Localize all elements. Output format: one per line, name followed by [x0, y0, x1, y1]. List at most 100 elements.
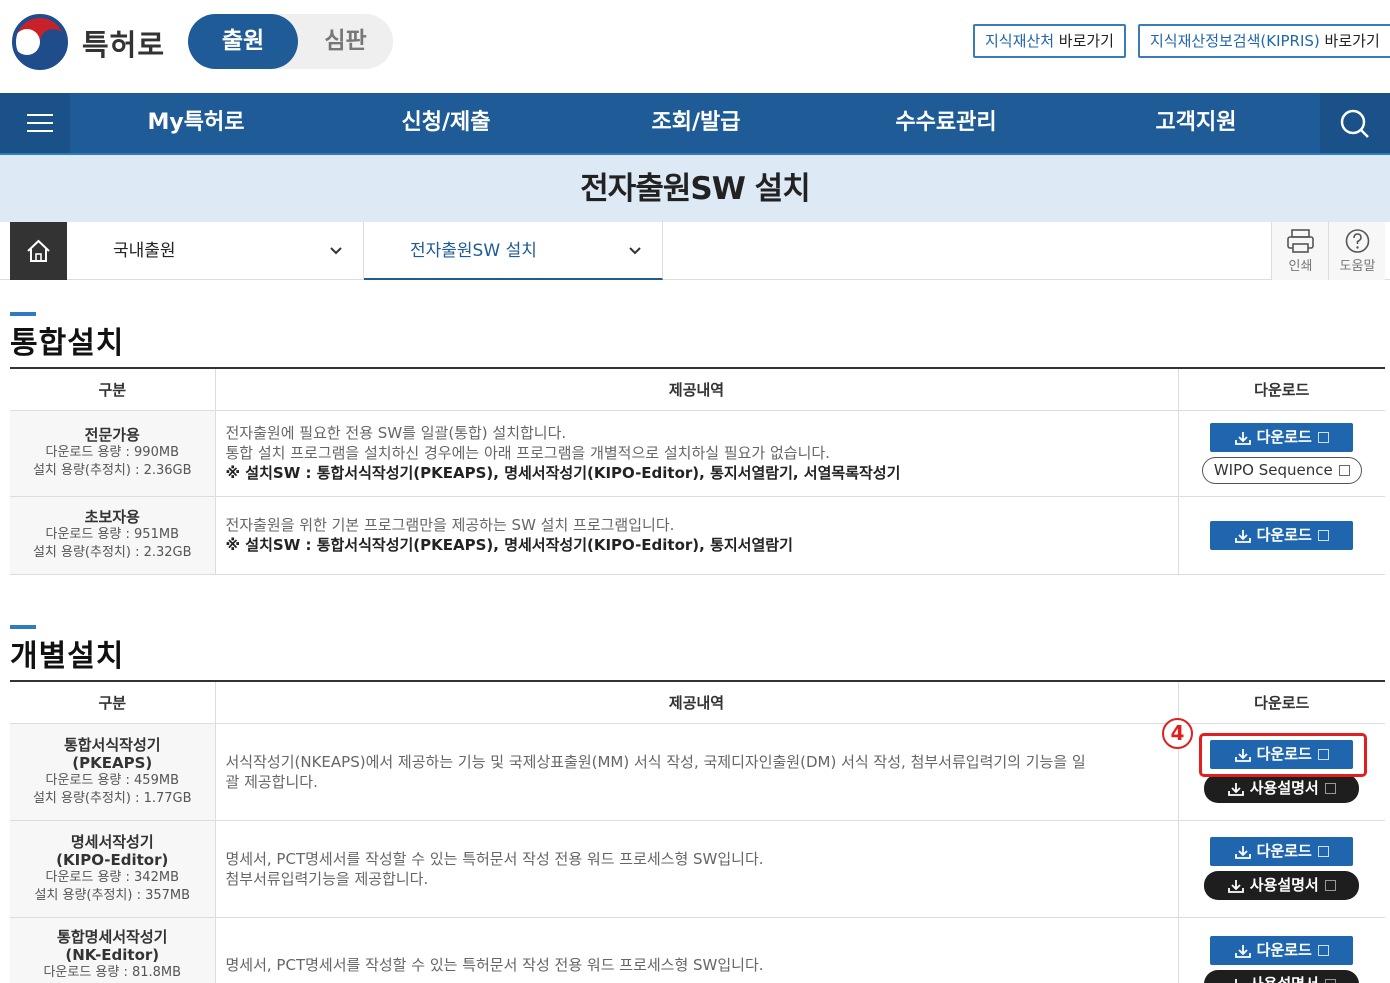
col-download: 다운로드	[1178, 681, 1385, 724]
nav-application-submit[interactable]: 신청/제출	[346, 93, 546, 153]
wipo-sequence-button[interactable]: WIPO Sequence	[1201, 456, 1362, 484]
external-link-icon	[1317, 846, 1329, 857]
tab-trial[interactable]: 심판	[298, 14, 393, 69]
row-install-size: 설치 용량(추정치) : 357MB	[34, 887, 191, 903]
external-link-icon	[1317, 529, 1329, 541]
desc-line: 명세서, PCT명세서를 작성할 수 있는 특허문서 작성 전용 워드 프로세스…	[225, 955, 764, 974]
tab-application[interactable]: 출원	[188, 14, 298, 69]
row-subname: (NK-Editor)	[65, 945, 160, 964]
download-label: 다운로드	[1256, 842, 1312, 860]
desc-line: 전자출원을 위한 기본 프로그램만을 제공하는 SW 설치 프로그램입니다.	[225, 516, 675, 534]
row-category: 명세서작성기 (KIPO-Editor) 다운로드 용량 : 342MB 설치 …	[10, 820, 216, 918]
manual-button[interactable]: 사용설명서	[1204, 774, 1360, 803]
table-row: 전문가용 다운로드 용량 : 990MB 설치 용량(추정치) : 2.36GB…	[10, 410, 1385, 497]
download-icon	[1234, 944, 1251, 958]
row-category: 전문가용 다운로드 용량 : 990MB 설치 용량(추정치) : 2.36GB	[10, 410, 216, 497]
row-install-size: 설치 용량(추정치) : 2.32GB	[32, 545, 192, 560]
highlight-box	[1199, 733, 1367, 777]
col-download: 다운로드	[1178, 368, 1385, 411]
chevron-down-icon	[330, 247, 342, 255]
manual-button[interactable]: 사용설명서	[1204, 871, 1360, 900]
integrated-install-table: 구분 제공내역 다운로드 전문가용 다운로드 용량 : 990MB 설치 용량(…	[10, 367, 1385, 575]
section-marker	[10, 312, 36, 316]
desc-line: 서식작성기(NKEAPS)에서 제공하는 기능 및 국제상표출원(MM) 서식 …	[225, 752, 1086, 771]
brand-title[interactable]: 특허로	[82, 22, 165, 64]
row-download-size: 다운로드 용량 : 81.8MB	[43, 964, 182, 980]
link-kipris-suffix: 바로가기	[1319, 32, 1380, 50]
row-download-cell: 다운로드	[1178, 496, 1385, 575]
external-link-icon	[1317, 431, 1329, 443]
section-marker	[10, 625, 36, 629]
link-kipo-suffix: 바로가기	[1054, 32, 1114, 50]
breadcrumb-level2-label: 전자출원SW 설치	[410, 241, 537, 261]
table-row: 명세서작성기 (KIPO-Editor) 다운로드 용량 : 342MB 설치 …	[10, 820, 1385, 918]
print-label: 인쇄	[1288, 259, 1313, 274]
download-label: 다운로드	[1256, 940, 1312, 959]
download-icon	[1227, 880, 1244, 893]
row-download-size: 다운로드 용량 : 990MB	[45, 445, 180, 460]
row-description: 전자출원을 위한 기본 프로그램만을 제공하는 SW 설치 프로그램입니다. ※…	[215, 496, 1179, 575]
row-subname: (KIPO-Editor)	[56, 850, 169, 869]
row-install-size: 설치 용량(추정치) : 2.36GB	[32, 463, 192, 478]
download-button[interactable]: 다운로드	[1210, 935, 1354, 965]
breadcrumb-level1[interactable]: 국내출원	[67, 222, 364, 280]
mode-switch: 출원 심판	[188, 14, 393, 69]
nav-inquiry-issue[interactable]: 조회/발급	[596, 93, 796, 153]
external-link-icon	[1324, 978, 1336, 983]
row-description: 서식작성기(NKEAPS)에서 제공하는 기능 및 국제상표출원(MM) 서식 …	[215, 723, 1179, 821]
manual-label: 사용설명서	[1250, 975, 1319, 983]
download-icon	[1227, 783, 1244, 796]
row-description: 명세서, PCT명세서를 작성할 수 있는 특허문서 작성 전용 워드 프로세스…	[215, 917, 1179, 983]
col-category: 구분	[10, 368, 216, 411]
print-button[interactable]: 인쇄	[1271, 222, 1328, 280]
table-header-row: 구분 제공내역 다운로드	[10, 681, 1385, 724]
download-button[interactable]: 다운로드	[1210, 422, 1354, 452]
col-description: 제공내역	[215, 681, 1179, 724]
row-name: 전문가용	[84, 426, 140, 444]
help-icon	[1345, 229, 1370, 253]
top-header: 특허로 출원 심판 지식재산처 바로가기 지식재산정보검색(KIPRIS) 바로…	[0, 0, 1390, 93]
row-category: 통합서식작성기 (PKEAPS) 다운로드 용량 : 459MB 설치 용량(추…	[10, 723, 216, 821]
row-category: 초보자용 다운로드 용량 : 951MB 설치 용량(추정치) : 2.32GB	[10, 496, 216, 575]
manual-label: 사용설명서	[1249, 779, 1319, 797]
link-kipo[interactable]: 지식재산처 바로가기	[973, 24, 1126, 58]
hamburger-menu-icon[interactable]	[0, 93, 70, 153]
row-download-cell: 다운로드 사용설명서	[1178, 917, 1385, 983]
nav-my-patentro[interactable]: My특허로	[96, 93, 296, 153]
download-icon	[1232, 978, 1240, 983]
row-download-size: 다운로드 용량 : 459MB	[45, 772, 180, 788]
desc-line: 전자출원에 필요한 전용 SW를 일괄(통합) 설치합니다.	[225, 424, 567, 442]
row-install-size: 설치 용량(추정치) : 1.77GB	[32, 790, 192, 806]
col-category: 구분	[10, 681, 216, 724]
desc-note: ※ 설치SW : 통합서식작성기(PKEAPS), 명세서작성기(KIPO-Ed…	[225, 536, 793, 554]
breadcrumb: 국내출원 전자출원SW 설치 인쇄 도움말	[0, 222, 1390, 280]
row-download-cell: 다운로드 WIPO Sequence	[1178, 410, 1385, 497]
link-kipo-label: 지식재산처	[985, 32, 1055, 50]
table-row: 초보자용 다운로드 용량 : 951MB 설치 용량(추정치) : 2.32GB…	[10, 496, 1385, 575]
row-name: 명세서작성기	[70, 832, 154, 851]
external-link-icon	[1338, 464, 1350, 476]
link-kipris[interactable]: 지식재산정보검색(KIPRIS) 바로가기	[1138, 24, 1390, 58]
external-link-icon	[1317, 944, 1329, 956]
external-link-icon	[1324, 783, 1336, 794]
table-header-row: 구분 제공내역 다운로드	[10, 368, 1385, 411]
download-button[interactable]: 다운로드	[1210, 837, 1354, 866]
row-subname: (PKEAPS)	[72, 753, 153, 772]
home-icon[interactable]	[10, 222, 67, 280]
help-label: 도움말	[1339, 259, 1376, 274]
nav-fee-management[interactable]: 수수료관리	[846, 93, 1046, 153]
help-button[interactable]: 도움말	[1328, 222, 1385, 280]
row-download-size: 다운로드 용량 : 342MB	[45, 869, 180, 885]
nav-customer-support[interactable]: 고객지원	[1096, 93, 1296, 153]
section-title-individual: 개별설치	[10, 639, 125, 674]
download-button[interactable]: 다운로드	[1210, 520, 1354, 550]
manual-button[interactable]: 사용설명서	[1204, 969, 1360, 983]
download-icon	[1234, 431, 1251, 445]
search-icon[interactable]	[1320, 93, 1390, 153]
breadcrumb-level1-label: 국내출원	[113, 241, 176, 261]
row-description: 전자출원에 필요한 전용 SW를 일괄(통합) 설치합니다. 통합 설치 프로그…	[215, 410, 1179, 497]
download-label: 다운로드	[1256, 427, 1312, 446]
taegeuk-logo-icon[interactable]	[10, 12, 70, 72]
row-name: 통합서식작성기	[63, 735, 161, 754]
breadcrumb-level2[interactable]: 전자출원SW 설치	[364, 222, 663, 280]
